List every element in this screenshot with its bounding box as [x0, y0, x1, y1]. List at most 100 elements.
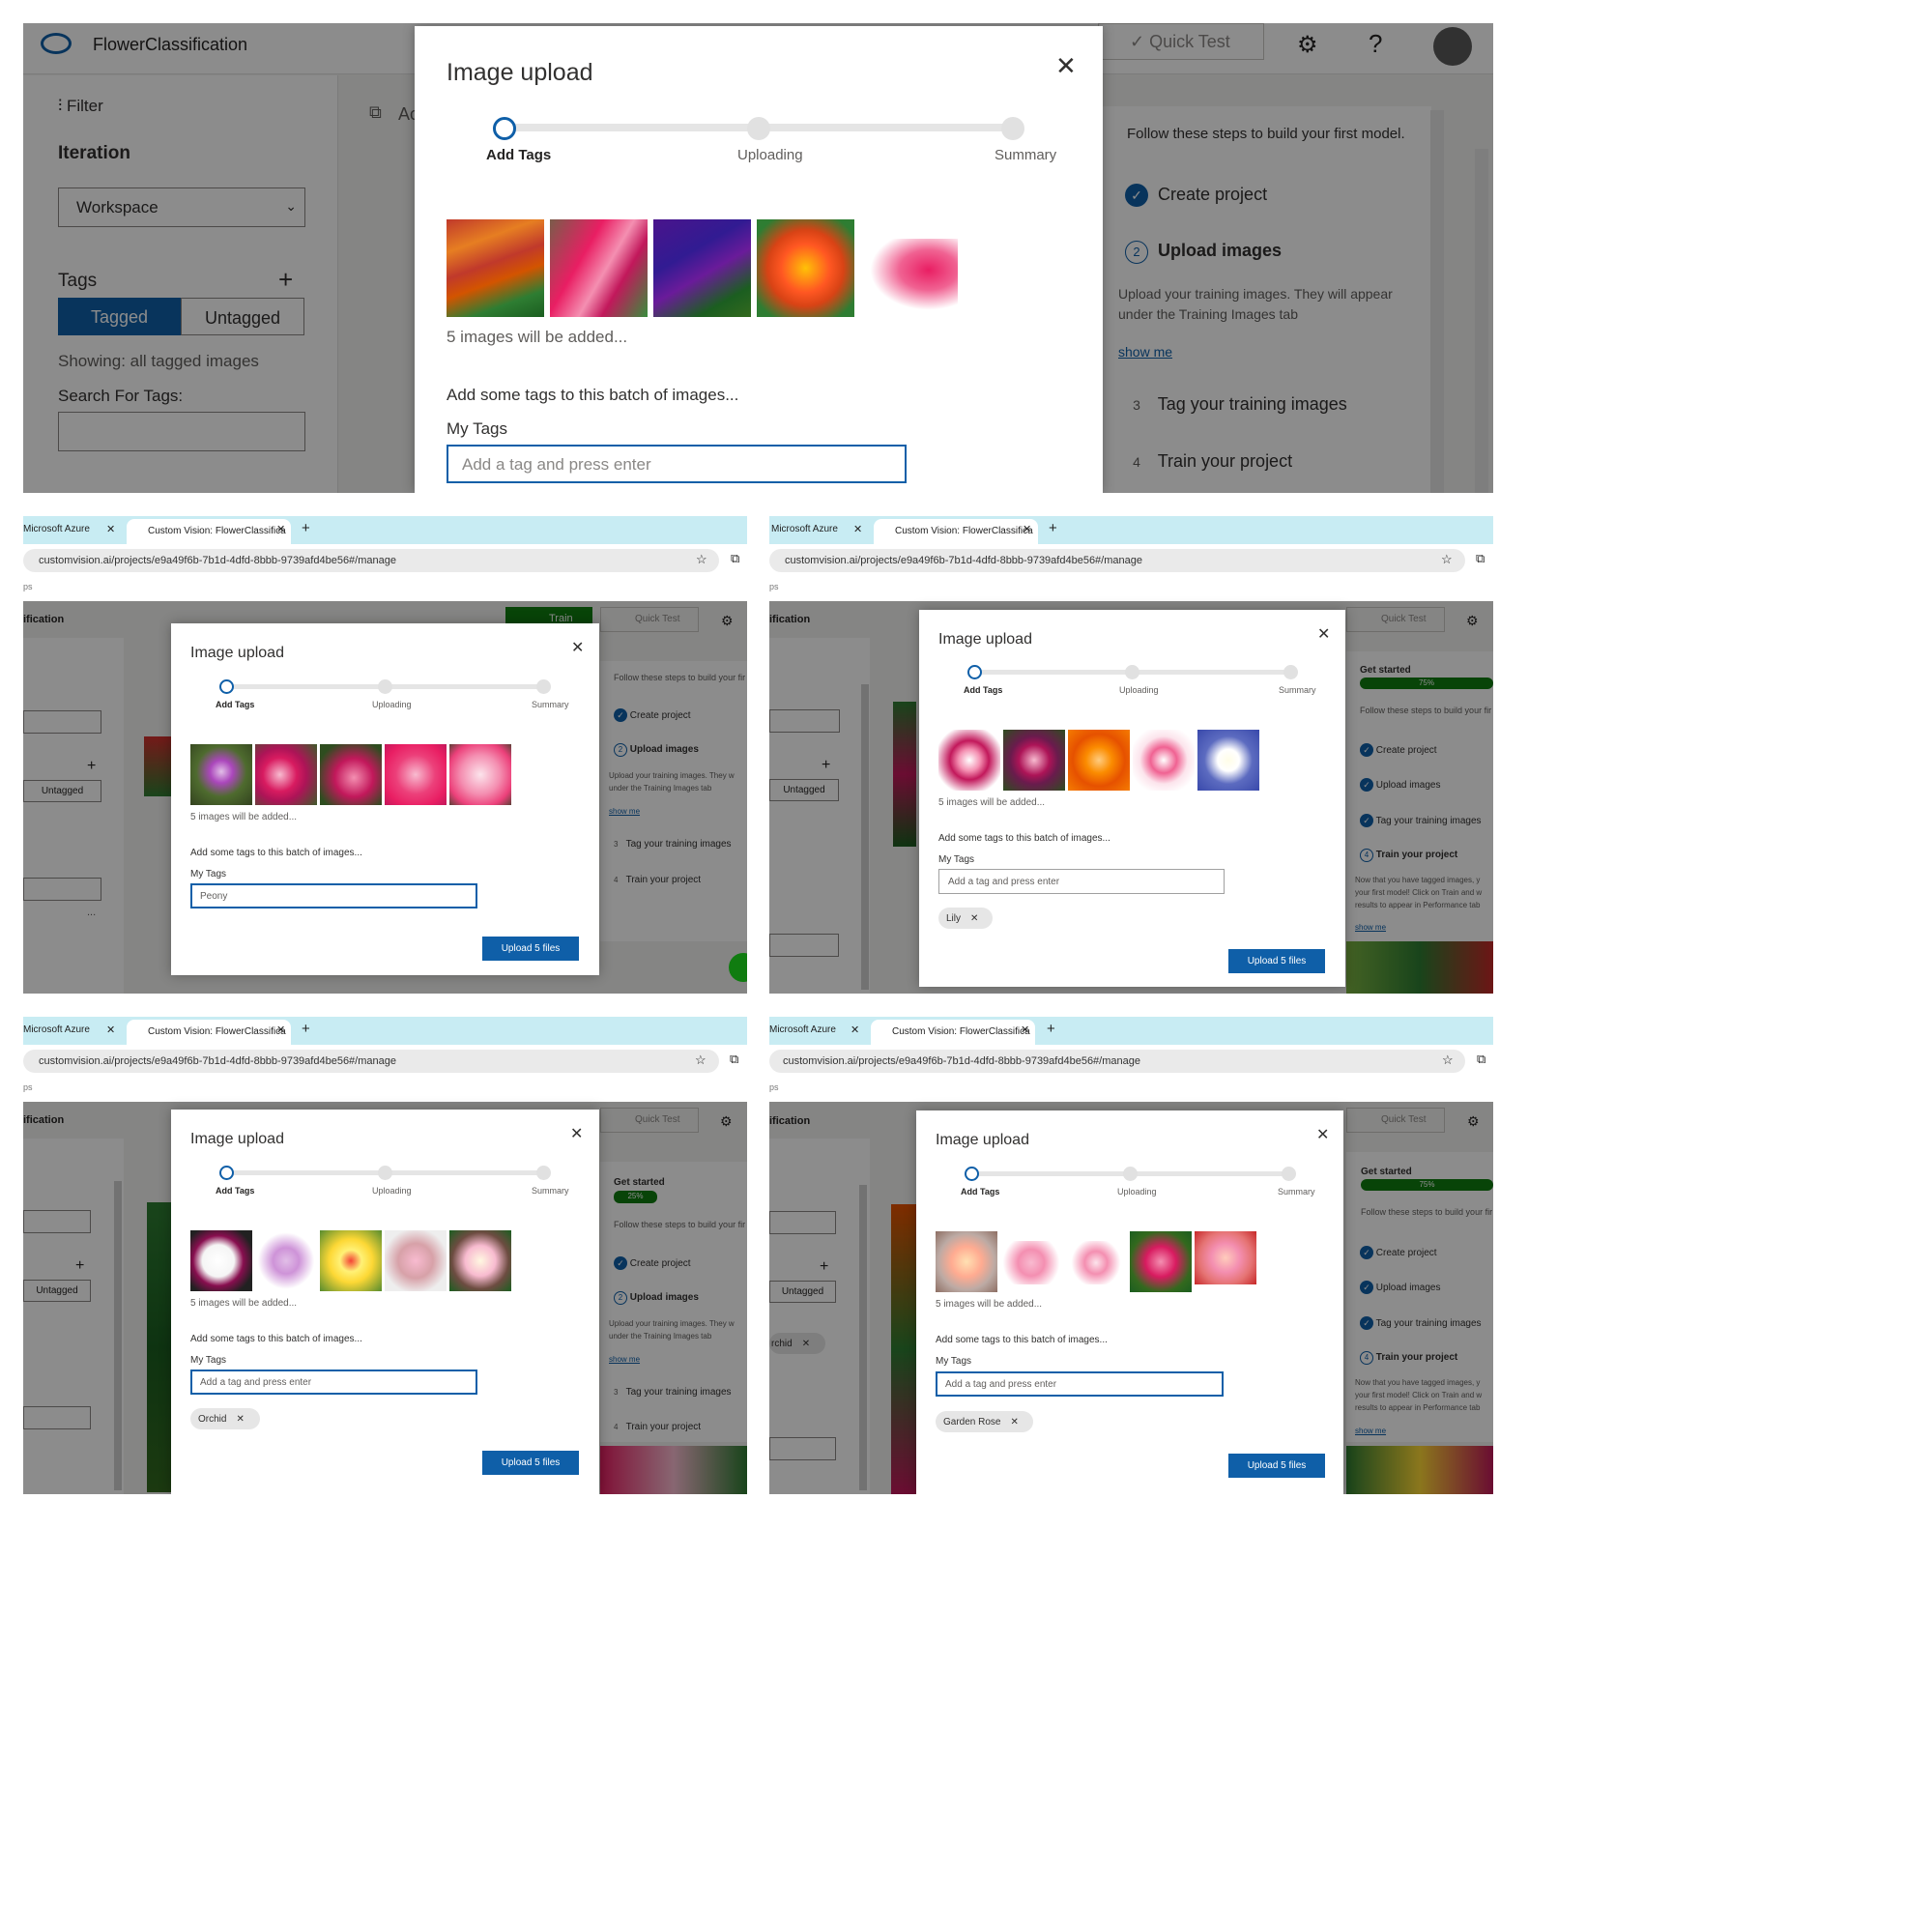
image-upload-modal: Image upload ✕ Add Tags Uploading Summar… — [171, 623, 599, 975]
step-dot-add-tags — [965, 1167, 979, 1181]
close-icon[interactable]: ✕ — [571, 641, 584, 656]
close-icon[interactable]: ✕ — [1010, 1417, 1018, 1427]
upload-files-button[interactable]: Upload 5 files — [1228, 1454, 1325, 1478]
bookmark-apps[interactable]: ps — [23, 1082, 33, 1092]
close-icon[interactable]: ✕ — [276, 1024, 285, 1036]
images-added-text: 5 images will be added... — [190, 1298, 298, 1309]
close-icon[interactable]: ✕ — [970, 913, 978, 924]
step-dot-add-tags — [219, 1166, 234, 1180]
bookmark-apps[interactable]: ps — [769, 1082, 779, 1092]
close-icon[interactable]: ✕ — [1055, 53, 1077, 78]
tag-input[interactable]: Add a tag and press enter — [938, 869, 1225, 894]
images-added-text: 5 images will be added... — [447, 328, 628, 346]
new-tab-button[interactable]: + — [1047, 1021, 1055, 1037]
image-thumbnail — [385, 744, 447, 805]
step-label-uploading: Uploading — [737, 147, 803, 163]
close-icon[interactable]: ✕ — [276, 523, 285, 535]
close-icon[interactable]: ✕ — [1317, 627, 1330, 643]
url-text: customvision.ai/projects/e9a49f6b-7b1d-4… — [783, 1055, 1140, 1067]
image-thumbnail — [757, 219, 854, 317]
close-icon[interactable]: ✕ — [106, 1024, 115, 1036]
star-icon[interactable]: ☆ — [1442, 1053, 1454, 1068]
address-bar[interactable]: customvision.ai/projects/e9a49f6b-7b1d-4… — [23, 1050, 719, 1073]
close-icon[interactable]: ✕ — [1021, 1024, 1029, 1036]
image-thumbnail — [936, 1231, 997, 1292]
step-dot-uploading — [378, 1166, 392, 1180]
step-label-summary: Summary — [532, 700, 569, 709]
step-dot-uploading — [1125, 665, 1139, 679]
tag-input[interactable]: Add a tag and press enter — [190, 1370, 477, 1395]
address-bar[interactable]: customvision.ai/projects/e9a49f6b-7b1d-4… — [23, 549, 719, 572]
tag-chip[interactable]: Lily ✕ — [938, 908, 993, 929]
tag-chip[interactable]: Garden Rose ✕ — [936, 1411, 1033, 1432]
new-tab-button[interactable]: + — [302, 1021, 310, 1037]
browser-tab-azure[interactable]: Microsoft Azure — [771, 524, 838, 534]
step-label-add-tags: Add Tags — [964, 685, 1003, 695]
browser-tab-azure[interactable]: Microsoft Azure — [23, 1024, 90, 1035]
tag-chip-label: Orchid — [198, 1413, 227, 1425]
step-dot-summary — [536, 1166, 551, 1180]
panel-garden-rose: Microsoft Azure ✕ Custom Vision: FlowerC… — [769, 1017, 1493, 1494]
close-icon[interactable]: ✕ — [106, 523, 115, 535]
panel-peony: Microsoft Azure ✕ Custom Vision: FlowerC… — [23, 516, 747, 994]
upload-files-button[interactable]: Upload 5 files — [482, 937, 579, 961]
star-icon[interactable]: ☆ — [696, 552, 707, 567]
extensions-icon[interactable]: ⧉ — [1477, 1052, 1485, 1067]
my-tags-label: My Tags — [938, 854, 975, 865]
step-label-summary: Summary — [1279, 685, 1316, 695]
step-dot-summary — [1282, 1167, 1296, 1181]
browser-tab-customvision[interactable]: Custom Vision: FlowerClassifica — [871, 1020, 1035, 1045]
tag-chip[interactable]: Orchid ✕ — [190, 1408, 260, 1429]
browser-tab-customvision[interactable]: Custom Vision: FlowerClassifica — [127, 519, 291, 544]
step-label-uploading: Uploading — [372, 1186, 412, 1196]
close-icon[interactable]: ✕ — [851, 1024, 859, 1036]
tag-input[interactable]: Add a tag and press enter — [447, 445, 907, 483]
browser-tab-customvision[interactable]: Custom Vision: FlowerClassifica — [127, 1020, 291, 1045]
address-bar[interactable]: customvision.ai/projects/e9a49f6b-7b1d-4… — [769, 1050, 1465, 1073]
image-thumbnail — [938, 730, 1000, 791]
tag-input[interactable]: Add a tag and press enter — [936, 1371, 1224, 1397]
browser-tab-customvision[interactable]: Custom Vision: FlowerClassifica — [874, 519, 1038, 544]
browser-tab-azure[interactable]: Microsoft Azure — [23, 524, 90, 534]
image-thumbnail — [860, 239, 958, 317]
star-icon[interactable]: ☆ — [1441, 552, 1453, 567]
browser-tab-azure[interactable]: Microsoft Azure — [769, 1024, 836, 1035]
image-thumbnail — [447, 219, 544, 317]
batch-prompt: Add some tags to this batch of images... — [190, 1334, 362, 1344]
close-icon[interactable]: ✕ — [853, 523, 862, 535]
close-icon[interactable]: ✕ — [236, 1414, 244, 1425]
star-icon[interactable]: ☆ — [695, 1053, 706, 1068]
image-upload-modal: Image upload ✕ Add Tags Uploading Summar… — [415, 26, 1103, 493]
close-icon[interactable]: ✕ — [1023, 523, 1031, 535]
step-dot-summary — [536, 679, 551, 694]
extensions-icon[interactable]: ⧉ — [730, 1052, 738, 1067]
image-thumbnail — [255, 744, 317, 805]
new-tab-button[interactable]: + — [302, 520, 310, 536]
extensions-icon[interactable]: ⧉ — [731, 551, 739, 566]
bookmark-apps[interactable]: ps — [769, 582, 779, 591]
my-tags-label: My Tags — [190, 1355, 227, 1366]
images-added-text: 5 images will be added... — [936, 1299, 1043, 1310]
tab-label: Custom Vision: FlowerClassifica — [148, 526, 286, 536]
upload-files-button[interactable]: Upload 5 files — [482, 1451, 579, 1475]
step-dot-add-tags — [493, 117, 516, 140]
image-thumbnail — [190, 744, 252, 805]
image-thumbnail — [1000, 1241, 1062, 1284]
tag-input[interactable]: Peony — [190, 883, 477, 908]
url-text: customvision.ai/projects/e9a49f6b-7b1d-4… — [39, 555, 396, 566]
image-thumbnail — [255, 1230, 317, 1291]
address-bar[interactable]: customvision.ai/projects/e9a49f6b-7b1d-4… — [769, 549, 1465, 572]
image-thumbnail — [1133, 730, 1195, 791]
upload-files-button[interactable]: Upload 5 files — [1228, 949, 1325, 973]
image-thumbnail — [1068, 730, 1130, 791]
panel-main: FlowerClassification ✓ Quick Test ⚙ ? ⫶ … — [23, 23, 1493, 493]
modal-title: Image upload — [190, 645, 284, 661]
bookmark-apps[interactable]: ps — [23, 582, 33, 591]
close-icon[interactable]: ✕ — [570, 1127, 583, 1142]
close-icon[interactable]: ✕ — [1316, 1128, 1329, 1143]
extensions-icon[interactable]: ⧉ — [1476, 551, 1485, 566]
step-label-summary: Summary — [995, 147, 1057, 163]
new-tab-button[interactable]: + — [1049, 520, 1057, 536]
image-thumbnail — [550, 219, 648, 317]
step-label-uploading: Uploading — [372, 700, 412, 709]
